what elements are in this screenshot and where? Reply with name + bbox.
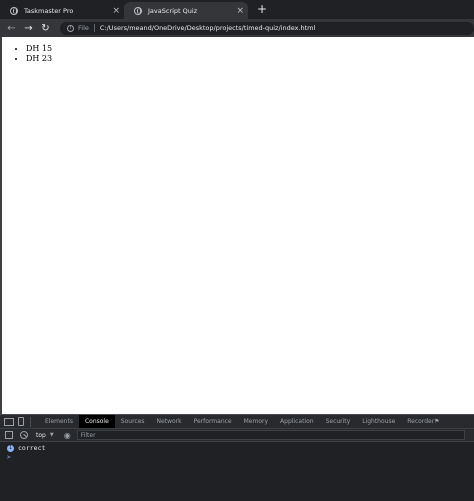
tab-memory[interactable]: Memory xyxy=(238,415,274,428)
close-icon[interactable]: × xyxy=(236,6,244,16)
console-prompt[interactable]: > xyxy=(7,454,474,461)
divider xyxy=(30,416,31,427)
console-message: 1 correct xyxy=(0,443,474,453)
sidebar-toggle-icon[interactable] xyxy=(5,431,13,439)
console-toolbar: top ▼ ◉ Filter xyxy=(0,428,474,442)
tab-taskmaster-pro[interactable]: Taskmaster Pro × xyxy=(0,2,124,19)
tab-sources[interactable]: Sources xyxy=(115,415,151,428)
globe-icon xyxy=(134,6,142,15)
browser-toolbar: ← → ↻ i File C:/Users/meand/OneDrive/Des… xyxy=(0,19,474,37)
repeat-count-badge: 1 xyxy=(7,444,14,452)
tab-title: Taskmaster Pro xyxy=(24,6,74,15)
tab-console[interactable]: Console xyxy=(78,415,115,428)
inspect-element-icon[interactable] xyxy=(4,417,14,426)
tab-security[interactable]: Security xyxy=(320,415,357,428)
tab-title: JavaScript Quiz xyxy=(148,6,198,15)
tab-javascript-quiz[interactable]: JavaScript Quiz × xyxy=(124,2,248,19)
eye-icon[interactable]: ◉ xyxy=(64,431,71,440)
result-list: DH 15 DH 23 xyxy=(26,44,474,63)
page-viewport: DH 15 DH 23 xyxy=(2,37,474,414)
devtools-tab-bar: Elements Console Sources Network Perform… xyxy=(0,414,474,428)
close-icon[interactable]: × xyxy=(112,6,120,16)
list-item: DH 23 xyxy=(26,54,474,64)
list-item: DH 15 xyxy=(26,44,474,54)
scheme-label: File xyxy=(78,24,95,32)
tab-network[interactable]: Network xyxy=(151,415,188,428)
tab-application[interactable]: Application xyxy=(274,415,320,428)
tab-lighthouse[interactable]: Lighthouse xyxy=(356,415,401,428)
globe-icon xyxy=(10,6,18,15)
back-button[interactable]: ← xyxy=(3,23,20,34)
tab-strip: Taskmaster Pro × JavaScript Quiz × + xyxy=(0,0,474,19)
tab-elements[interactable]: Elements xyxy=(39,415,79,428)
info-icon[interactable]: i xyxy=(67,24,74,32)
address-bar[interactable]: i File C:/Users/meand/OneDrive/Desktop/p… xyxy=(60,21,474,35)
caret-down-icon[interactable]: ▼ xyxy=(50,432,54,438)
console-output: 1 correct > xyxy=(0,442,474,501)
tab-recorder[interactable]: Recorder xyxy=(401,415,445,428)
filter-input[interactable]: Filter xyxy=(76,430,465,440)
context-selector[interactable]: top xyxy=(36,432,46,439)
new-tab-button[interactable]: + xyxy=(257,2,267,16)
reload-button[interactable]: ↻ xyxy=(37,23,54,34)
forward-button[interactable]: → xyxy=(20,23,37,34)
url-text[interactable]: C:/Users/meand/OneDrive/Desktop/projects… xyxy=(100,24,315,32)
device-toolbar-icon[interactable] xyxy=(18,417,24,426)
clear-console-icon[interactable] xyxy=(20,431,28,439)
tab-performance[interactable]: Performance xyxy=(188,415,238,428)
console-message-text: correct xyxy=(18,444,46,452)
